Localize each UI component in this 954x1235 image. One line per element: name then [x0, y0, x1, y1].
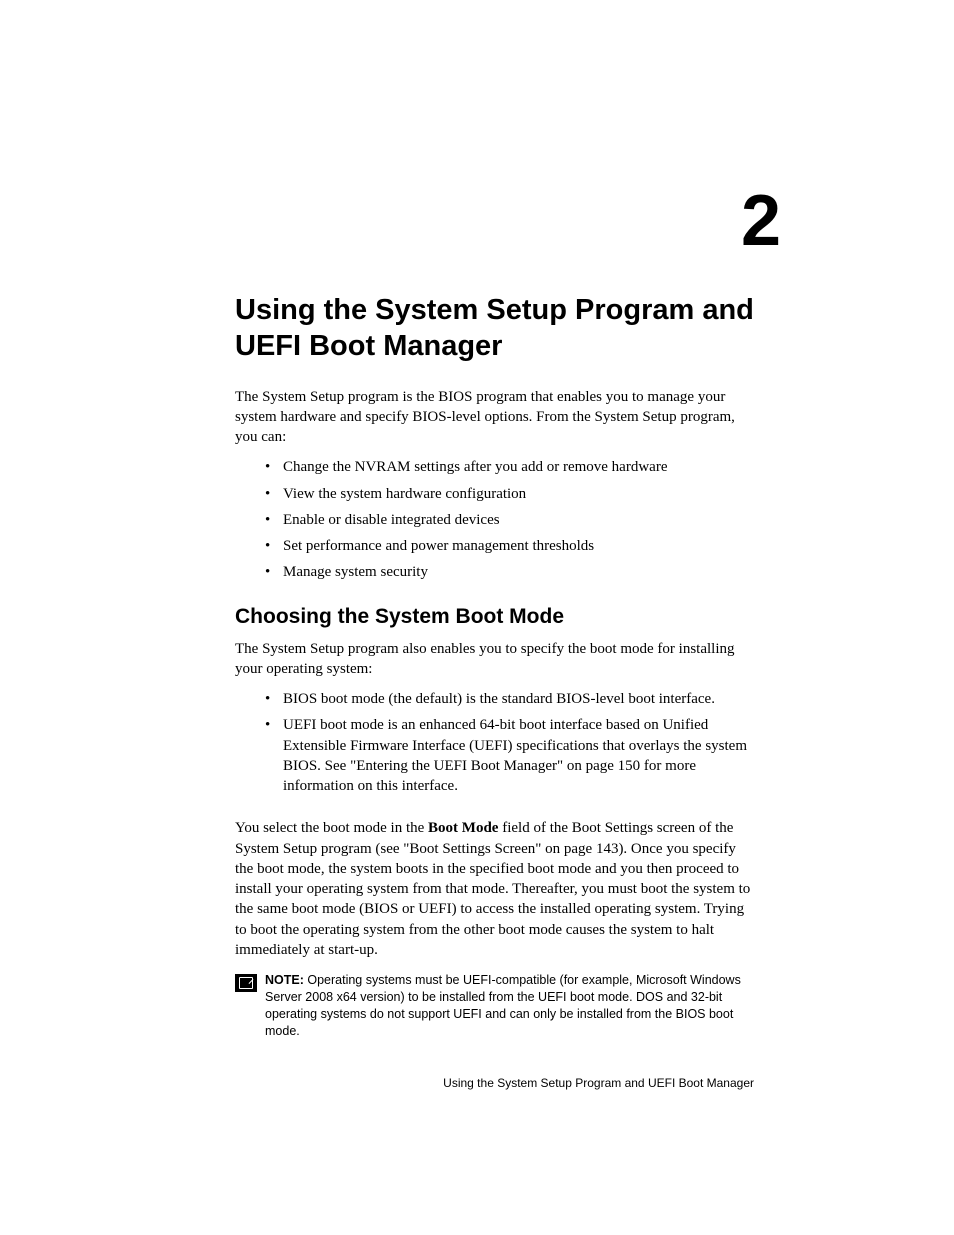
- list-item: UEFI boot mode is an enhanced 64-bit boo…: [265, 715, 754, 796]
- note-icon: [235, 974, 257, 992]
- list-item: BIOS boot mode (the default) is the stan…: [265, 689, 754, 709]
- list-item: Change the NVRAM settings after you add …: [265, 457, 754, 477]
- note-block: NOTE: Operating systems must be UEFI-com…: [235, 972, 754, 1040]
- section-intro: The System Setup program also enables yo…: [235, 639, 754, 680]
- list-item: Enable or disable integrated devices: [265, 510, 754, 530]
- body-text-post: field of the Boot Settings screen of the…: [235, 820, 750, 958]
- section-bullet-list: BIOS boot mode (the default) is the stan…: [265, 689, 754, 796]
- list-item: View the system hardware configuration: [265, 484, 754, 504]
- page-footer: Using the System Setup Program and UEFI …: [443, 1076, 754, 1090]
- list-item: Manage system security: [265, 562, 754, 582]
- note-text: NOTE: Operating systems must be UEFI-com…: [265, 972, 754, 1040]
- intro-paragraph: The System Setup program is the BIOS pro…: [235, 387, 754, 448]
- chapter-title: Using the System Setup Program and UEFI …: [235, 292, 754, 365]
- note-label: NOTE:: [265, 973, 304, 987]
- section-heading: Choosing the System Boot Mode: [235, 605, 754, 629]
- intro-bullet-list: Change the NVRAM settings after you add …: [265, 457, 754, 582]
- chapter-number: 2: [235, 180, 779, 262]
- body-paragraph: You select the boot mode in the Boot Mod…: [235, 818, 754, 960]
- list-item: Set performance and power management thr…: [265, 536, 754, 556]
- body-text-pre: You select the boot mode in the: [235, 820, 428, 836]
- note-body: Operating systems must be UEFI-compatibl…: [265, 973, 741, 1038]
- bold-term: Boot Mode: [428, 820, 498, 836]
